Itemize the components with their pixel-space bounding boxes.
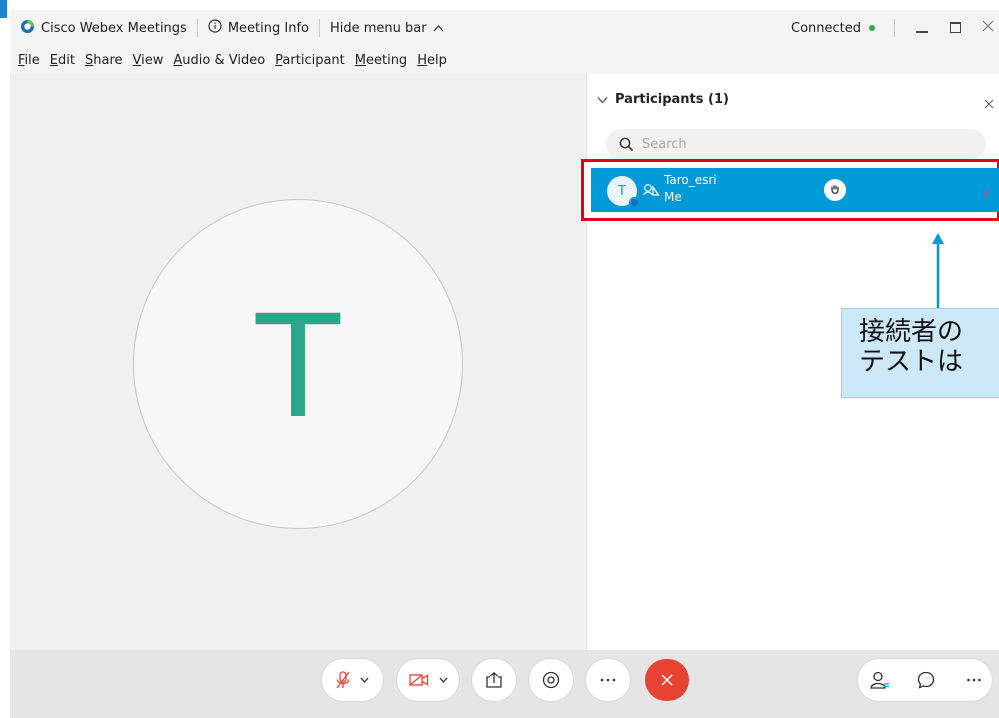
chat-toggle-button[interactable]	[914, 669, 938, 691]
webex-status-icon	[629, 197, 640, 208]
menu-share[interactable]: Share	[85, 53, 123, 68]
connection-status: Connected	[791, 10, 876, 46]
app-title: Cisco Webex Meetings	[10, 10, 197, 46]
close-panel-button[interactable]	[984, 94, 994, 113]
share-icon	[486, 672, 502, 688]
end-call-icon	[661, 674, 673, 686]
menu-audio-video[interactable]: Audio & Video	[173, 53, 265, 68]
participants-toggle-button[interactable]	[868, 669, 892, 691]
callout-line-2: テストは	[859, 347, 964, 377]
mute-button[interactable]	[322, 659, 383, 701]
maximize-button[interactable]	[950, 22, 961, 33]
window-edge-accent	[0, 0, 7, 18]
hand-icon	[831, 185, 839, 194]
share-button[interactable]	[472, 659, 516, 701]
app-title-label: Cisco Webex Meetings	[41, 20, 187, 36]
menu-edit[interactable]: Edit	[50, 53, 75, 68]
connected-dot-icon	[869, 25, 876, 31]
chevron-down-icon	[597, 96, 608, 103]
search-icon	[619, 137, 634, 151]
webex-logo-icon	[20, 19, 35, 38]
meeting-info-label: Meeting Info	[227, 20, 309, 36]
video-off-icon	[408, 674, 428, 686]
minimize-icon	[916, 31, 928, 33]
chevron-down-icon	[360, 677, 369, 683]
meeting-info-button[interactable]: Meeting Info	[198, 10, 319, 46]
participant-name: Taro_esri	[664, 173, 717, 187]
record-icon	[542, 671, 560, 689]
close-window-button[interactable]	[981, 19, 995, 37]
hide-menu-bar-label: Hide menu bar	[329, 20, 427, 36]
title-bar: Cisco Webex Meetings Meeting Info Hide m…	[10, 10, 999, 46]
menu-help[interactable]: Help	[417, 53, 447, 68]
chevron-up-icon	[433, 21, 444, 36]
participants-title: Participants (1)	[615, 92, 729, 107]
video-button[interactable]	[397, 659, 459, 701]
participants-panel: Participants (1) Search T Taro_esri Me 接…	[581, 74, 999, 650]
menu-file[interactable]: File	[18, 53, 40, 68]
chevron-down-icon	[439, 677, 447, 683]
participants-header[interactable]: Participants (1)	[597, 92, 729, 107]
menu-participant[interactable]: Participant	[275, 53, 345, 68]
avatar-initial: T	[252, 280, 344, 448]
menu-view[interactable]: View	[133, 53, 164, 68]
participant-role: Me	[664, 190, 682, 204]
meeting-controls	[10, 650, 999, 718]
annotation-callout: 接続者の テストは	[841, 308, 999, 398]
hide-menu-bar-button[interactable]: Hide menu bar	[320, 10, 454, 46]
menu-bar: File Edit Share View Audio & Video Parti…	[10, 46, 999, 74]
participant-search[interactable]: Search	[606, 129, 986, 159]
end-meeting-button[interactable]	[645, 659, 689, 701]
search-placeholder: Search	[642, 136, 687, 152]
more-panels-button[interactable]	[962, 669, 986, 691]
participant-avatar: T	[607, 176, 640, 208]
participant-avatar-large: T	[133, 199, 463, 529]
raise-hand-button[interactable]	[824, 179, 846, 201]
callout-line-1: 接続者の	[859, 317, 964, 347]
annotation-arrow	[932, 233, 944, 310]
video-stage: T	[10, 74, 586, 650]
maximize-icon	[950, 22, 961, 33]
panel-toggles	[858, 659, 992, 701]
record-button[interactable]	[529, 659, 573, 701]
more-icon	[967, 678, 981, 682]
host-icon	[643, 181, 660, 200]
muted-mic-icon	[983, 184, 989, 203]
chat-icon	[917, 671, 935, 689]
more-options-button[interactable]	[586, 659, 630, 701]
participants-icon	[870, 671, 889, 689]
menu-meeting[interactable]: Meeting	[355, 53, 407, 68]
info-icon	[208, 19, 222, 37]
muted-mic-icon	[336, 671, 350, 689]
webex-window: Cisco Webex Meetings Meeting Info Hide m…	[0, 0, 999, 718]
participant-row[interactable]: T Taro_esri Me	[581, 159, 999, 221]
more-icon	[600, 678, 616, 682]
minimize-button[interactable]	[916, 22, 928, 34]
close-icon	[984, 99, 994, 109]
title-separator	[894, 19, 895, 37]
close-icon	[982, 20, 994, 32]
connected-label: Connected	[791, 20, 862, 36]
